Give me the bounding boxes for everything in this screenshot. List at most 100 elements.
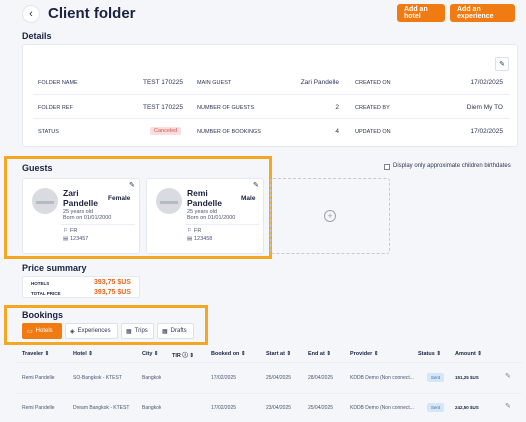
guest-first-name: Remi [187, 188, 208, 198]
created-by-label: CREATED BY [355, 105, 390, 111]
price-summary-title: Price summary [22, 263, 87, 273]
folder-name-value: TEST 170225 [143, 79, 183, 86]
details-card: ✎ FOLDER NAME TEST 170225 MAIN GUEST Zar… [22, 44, 518, 147]
cell-amount: 151,25 $US [455, 375, 479, 380]
flag-icon: ⚐ [187, 228, 192, 234]
status-badge: Canceled [150, 127, 182, 135]
created-on-value: 17/02/2025 [470, 79, 503, 86]
guest-birthdate: Born on 01/01/2000 [187, 215, 236, 221]
column-header-amount[interactable]: Amount ⇕ [455, 351, 482, 357]
id-card-icon: ▤ [63, 236, 69, 242]
edit-guest-pencil-icon[interactable]: ✎ [129, 181, 135, 189]
status-badge: Sent [427, 373, 444, 382]
hotels-price-value: 393,75 $US [94, 279, 131, 286]
edit-booking-pencil-icon[interactable]: ✎ [505, 402, 511, 410]
column-header-traveler[interactable]: Traveler ⇕ [22, 351, 49, 357]
id-card-icon: ▤ [187, 236, 193, 242]
flag-icon: ⚐ [63, 228, 68, 234]
cell-end-at: 25/04/2025 [308, 405, 334, 411]
guest-country: FR [70, 228, 78, 234]
add-hotel-button[interactable]: Add an hotel [397, 4, 445, 22]
column-header-city[interactable]: City ⇕ [142, 351, 159, 357]
add-guest-card[interactable]: + [270, 178, 390, 254]
guests-title: Guests [22, 163, 53, 173]
hotels-price-label: HOTELS [31, 281, 50, 286]
column-header-provider[interactable]: Provider ⇕ [350, 351, 378, 357]
status-badge: Sent [427, 403, 444, 412]
plus-icon[interactable]: + [324, 210, 336, 222]
tab-experiences[interactable]: ◈ Experiences [65, 323, 118, 339]
guest-card: ✎ Zari Pandelle Female 25 years old Born… [22, 178, 140, 254]
details-title: Details [22, 31, 52, 41]
folder-name-label: FOLDER NAME [38, 80, 78, 86]
updated-on-value: 17/02/2025 [470, 128, 503, 135]
guest-id: 123457 [70, 236, 89, 242]
updated-on-label: UPDATED ON [355, 129, 391, 135]
back-button[interactable]: ‹ [22, 5, 40, 23]
column-header-end-at[interactable]: End at ⇕ [308, 351, 331, 357]
chevron-left-icon: ‹ [29, 8, 33, 20]
guest-country: FR [194, 228, 202, 234]
num-guests-label: NUMBER OF GUESTS [197, 105, 255, 111]
cell-booked-on: 17/02/2025 [211, 405, 237, 411]
price-summary-card: HOTELS 393,75 $US TOTAL PRICE 393,75 $US [22, 276, 140, 298]
main-guest-value: Zari Pandelle [300, 79, 339, 86]
total-price-label: TOTAL PRICE [31, 291, 61, 296]
cell-provider: KDDB Demo (Non connect... [350, 405, 414, 411]
page-header: ‹ Client folder Add an hotel Add an expe… [0, 0, 526, 28]
cell-end-at: 28/04/2025 [308, 375, 334, 381]
avatar [156, 188, 182, 214]
grid-icon: ▦ [126, 328, 132, 335]
num-guests-value: 2 [335, 104, 339, 111]
divider [16, 393, 522, 394]
cell-city: Bangkok [142, 375, 162, 381]
edit-details-button[interactable]: ✎ [495, 57, 509, 71]
guest-card: ✎ Remi Pandelle Male 25 years old Born o… [146, 178, 264, 254]
total-price-value: 393,75 $US [94, 289, 131, 296]
layers-icon: ◈ [70, 328, 75, 335]
approx-children-checkbox[interactable] [384, 164, 390, 170]
cell-hotel: SO-Bangkok - KTEST [73, 375, 122, 381]
divider [16, 362, 522, 363]
edit-booking-pencil-icon[interactable]: ✎ [505, 372, 511, 380]
folder-ref-value: TEST 170225 [143, 104, 183, 111]
status-label: STATUS [38, 129, 59, 135]
page-title: Client folder [48, 5, 136, 22]
tab-drafts[interactable]: ▦ Drafts [157, 323, 194, 339]
divider [33, 94, 509, 95]
tab-experiences-label: Experiences [77, 328, 111, 334]
num-bookings-value: 4 [335, 128, 339, 135]
created-on-label: CREATED ON [355, 80, 391, 86]
cell-city: Bangkok [142, 405, 162, 411]
num-bookings-label: NUMBER OF BOOKINGS [197, 129, 261, 135]
avatar [32, 188, 58, 214]
cell-provider: KDDB Demo (Non connect... [350, 375, 414, 381]
divider [185, 224, 259, 225]
column-header-tir[interactable]: TIR ⓘ ⇕ [172, 351, 194, 359]
cell-hotel: Dream Bangkok - KTEST [73, 405, 130, 411]
edit-guest-pencil-icon[interactable]: ✎ [253, 181, 259, 189]
tab-hotels-label: Hotels [35, 328, 53, 334]
divider [33, 118, 509, 119]
pencil-icon: ✎ [499, 61, 505, 68]
cell-traveler: Remi Pandelle [22, 375, 55, 381]
cell-start-at: 25/04/2025 [266, 375, 292, 381]
column-header-booked-on[interactable]: Booked on ⇕ [211, 351, 246, 357]
guest-birthdate: Born on 01/01/2000 [63, 215, 112, 221]
tab-trips[interactable]: ▦ Trips [121, 323, 154, 339]
grid-icon: ▦ [162, 328, 168, 335]
tab-hotels[interactable]: ▭ Hotels [22, 323, 62, 339]
created-by-value: Diem My TO [466, 104, 503, 111]
add-experience-button[interactable]: Add an experience [450, 4, 515, 22]
main-guest-label: MAIN GUEST [197, 80, 232, 86]
column-header-start-at[interactable]: Start at ⇕ [266, 351, 291, 357]
guest-gender: Female [108, 195, 131, 202]
guest-last-name: Pandelle [187, 198, 222, 208]
cell-traveler: Remi Pandelle [22, 405, 55, 411]
column-header-status[interactable]: Status ⇕ [418, 351, 441, 357]
guest-id: 123458 [194, 236, 213, 242]
approx-children-label: Display only approximate children birthd… [393, 163, 511, 169]
divider [61, 224, 135, 225]
column-header-hotel[interactable]: Hotel ⇕ [73, 351, 93, 357]
cell-amount: 242,50 $US [455, 405, 479, 410]
